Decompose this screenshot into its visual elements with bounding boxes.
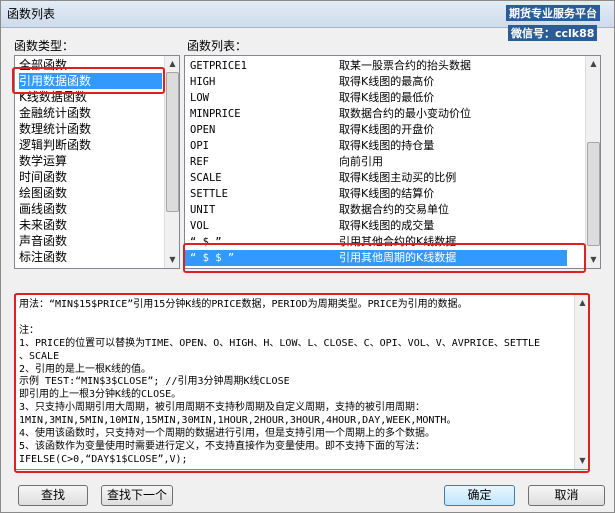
category-scroll-thumb[interactable] <box>166 72 179 212</box>
description-line: 、SCALE <box>19 350 60 362</box>
function-row[interactable]: UNIT 取数据合约的交易单位 <box>185 202 567 218</box>
function-row[interactable]: REF 向前引用 <box>185 154 567 170</box>
category-item[interactable]: 引用数据函数 <box>19 73 162 89</box>
function-row[interactable]: SCALE 取得K线图主动买的比例 <box>185 170 567 186</box>
function-description: 向前引用 <box>339 155 383 168</box>
description-line: 3、只支持小周期引用大周期，被引用周期不支持秒周期及自定义周期，支持的被引用周期… <box>19 402 426 414</box>
category-item[interactable]: 数理统计函数 <box>19 121 91 137</box>
function-name: LOW <box>190 92 209 104</box>
function-list-label: 函数列表： <box>187 39 248 53</box>
function-description: 引用其他周期的K线数据 <box>339 251 457 264</box>
function-description: 取得K线图的开盘价 <box>339 123 435 136</box>
description-line: 1MIN,3MIN,5MIN,10MIN,15MIN,30MIN,1HOUR,2… <box>19 415 457 427</box>
function-description: 取某一股票合约的抬头数据 <box>339 59 471 72</box>
find-button[interactable]: 查找 <box>18 485 88 506</box>
function-description: 取得K线图的最低价 <box>339 91 435 104</box>
description-line: 4、使用该函数时，只支持对一个周期的数据进行引用，但是支持引用一个周期上的多个数… <box>19 428 436 439</box>
category-item[interactable]: 未来函数 <box>19 217 67 233</box>
category-item[interactable]: 逻辑判断函数 <box>19 137 91 153</box>
function-scrollbar[interactable]: ▲ ▼ <box>585 56 600 268</box>
cancel-button[interactable]: 取消 <box>528 485 605 506</box>
function-name: SETTLE <box>190 188 228 200</box>
category-item[interactable]: 标注函数 <box>19 249 67 265</box>
function-name: REF <box>190 156 209 168</box>
function-description: 引用其他合约的K线数据 <box>339 235 457 248</box>
category-item[interactable]: 全部函数 <box>19 57 67 73</box>
find-next-button[interactable]: 查找下一个 <box>101 485 173 506</box>
function-row[interactable]: OPEN 取得K线图的开盘价 <box>185 122 567 138</box>
function-name: MINPRICE <box>190 108 241 120</box>
scroll-down-icon[interactable]: ▼ <box>586 252 600 268</box>
function-description: 取得K线图主动买的比例 <box>339 171 457 184</box>
function-row[interactable]: “ $ $ ” 引用其他周期的K线数据 <box>185 250 567 266</box>
watermark-line2: 微信号：cclk88 <box>508 25 598 41</box>
description-line: 注： <box>19 324 39 336</box>
description-line: 用法：“MIN$15$PRICE”引用15分钟K线的PRICE数据，PERIOD… <box>19 299 468 310</box>
description-line: 2、引用的是上一根K线的值。 <box>19 363 152 375</box>
function-name: “ $ $ ” <box>190 252 235 264</box>
function-description: 取得K线图的最高价 <box>339 75 435 88</box>
description-line: 1、PRICE的位置可以替换为TIME、OPEN、O、HIGH、H、LOW、L、… <box>19 337 541 349</box>
window-title: 函数列表 <box>7 7 56 21</box>
scroll-up-icon[interactable]: ▲ <box>586 56 600 72</box>
function-list-dialog: 函数列表 期货专业服务平台 微信号：cclk88 函数类型： 函数列表： 全部函… <box>0 0 615 513</box>
category-label: 函数类型： <box>14 39 75 53</box>
function-name: SCALE <box>190 172 222 184</box>
category-item[interactable]: 绘图函数 <box>19 185 67 201</box>
scroll-up-icon[interactable]: ▲ <box>575 295 589 311</box>
function-scroll-thumb[interactable] <box>587 142 600 246</box>
function-name: HIGH <box>190 76 216 88</box>
scroll-down-icon[interactable]: ▼ <box>165 252 179 268</box>
function-row[interactable]: VOL 取得K线图的成交量 <box>185 218 567 234</box>
function-name: GETPRICE1 <box>190 60 247 72</box>
function-name: OPEN <box>190 124 216 136</box>
category-scrollbar[interactable]: ▲ ▼ <box>164 56 179 268</box>
description-line: 5、该函数作为变量使用时需要进行定义，不支持直接作为变量使用。即不支持下面的写法… <box>19 440 426 452</box>
function-row[interactable]: LOW 取得K线图的最低价 <box>185 90 567 106</box>
watermark-line1: 期货专业服务平台 <box>506 5 600 21</box>
function-row[interactable]: SETTLE 取得K线图的结算价 <box>185 186 567 202</box>
description-line: 示例 TEST:“MIN$3$CLOSE”; //引用3分钟周期K线CLOSE <box>19 376 290 388</box>
scroll-down-icon[interactable]: ▼ <box>575 453 589 469</box>
function-row[interactable]: “ $ ” 引用其他合约的K线数据 <box>185 234 567 250</box>
ok-button[interactable]: 确定 <box>444 485 515 506</box>
function-name: VOL <box>190 220 209 232</box>
description-line: 即引用的上一根3分钟K线的CLOSE。 <box>19 389 182 401</box>
description-scrollbar[interactable]: ▲ ▼ <box>574 295 589 469</box>
function-description: 取得K线图的成交量 <box>339 219 435 232</box>
function-listbox[interactable]: GETPRICE1 取某一股票合约的抬头数据 HIGH 取得K线图的最高价 LOW 取得K… <box>184 55 601 269</box>
category-item[interactable]: 时间函数 <box>19 169 67 185</box>
function-name: “ $ ” <box>190 236 222 248</box>
function-row[interactable]: HIGH 取得K线图的最高价 <box>185 74 567 90</box>
function-row[interactable]: MINPRICE 取数据合约的最小变动价位 <box>185 106 567 122</box>
function-name: UNIT <box>190 204 216 216</box>
description-panel: 用法：“MIN$15$PRICE”引用15分钟K线的PRICE数据，PERIOD… <box>14 294 590 470</box>
category-listbox[interactable]: 全部函数 引用数据函数 K线数据函数 金融统计函数 数理统计函数 逻辑判断函数 数学运算 时间… <box>14 55 180 269</box>
function-row[interactable]: GETPRICE1 取某一股票合约的抬头数据 <box>185 58 567 74</box>
function-description: 取得K线图的持仓量 <box>339 139 435 152</box>
function-description: 取数据合约的交易单位 <box>339 203 449 216</box>
function-name: OPI <box>190 140 209 152</box>
description-line: IFELSE(C>0,“DAY$1$CLOSE”,V); <box>19 453 188 465</box>
category-item[interactable]: 画线函数 <box>19 201 67 217</box>
function-description: 取得K线图的结算价 <box>339 187 435 200</box>
category-item[interactable]: 金融统计函数 <box>19 105 91 121</box>
category-item[interactable]: 声音函数 <box>19 233 67 249</box>
category-item[interactable]: 数学运算 <box>19 153 67 169</box>
function-description: 取数据合约的最小变动价位 <box>339 107 471 120</box>
scroll-up-icon[interactable]: ▲ <box>165 56 179 72</box>
function-row[interactable]: OPI 取得K线图的持仓量 <box>185 138 567 154</box>
category-item[interactable]: K线数据函数 <box>19 89 87 105</box>
